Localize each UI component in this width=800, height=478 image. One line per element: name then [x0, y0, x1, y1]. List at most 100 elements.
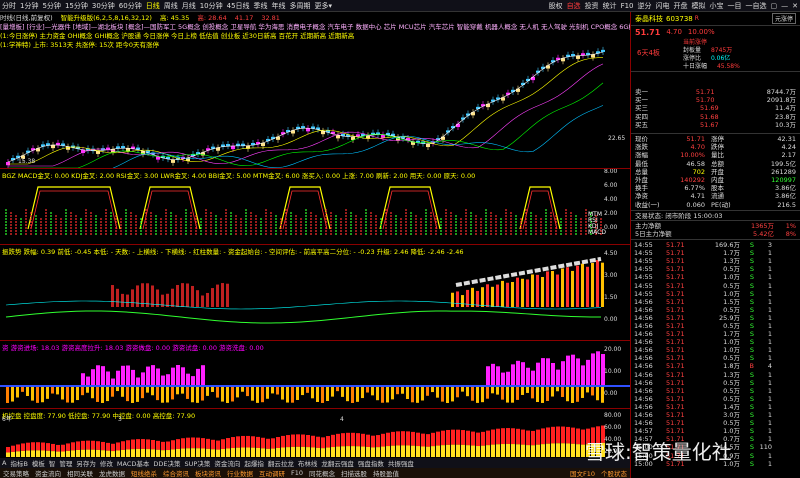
- toolbar-right-10[interactable]: 一目: [726, 0, 744, 11]
- toolbar-right-7[interactable]: 开盘: [672, 0, 690, 11]
- indicator-tab-1[interactable]: 指标B: [8, 458, 29, 468]
- indicator-tab-6[interactable]: 修改: [98, 458, 115, 468]
- hot-down-bar: [216, 387, 219, 398]
- indicator-tab-8[interactable]: DDE决策: [151, 458, 182, 468]
- close-icon[interactable]: ✕: [790, 0, 800, 11]
- tick-volume: 1.0万: [723, 346, 740, 355]
- indicator-tab-15[interactable]: 强盘指数: [356, 458, 386, 468]
- indicator-tab-14[interactable]: 龙翻云强盘: [319, 458, 356, 468]
- indicator-panel-trend[interactable]: 振跌势 跌幅: 0.39 前低: -0.45 本低: - 天数: - 上横线: …: [0, 244, 630, 340]
- control-bar-red: [441, 430, 445, 446]
- period-tab-2[interactable]: 5分钟: [40, 0, 62, 11]
- function-tab-11[interactable]: 扫描选股: [338, 468, 370, 478]
- function-tab-9[interactable]: F10: [288, 469, 306, 477]
- indicator-tab-5[interactable]: 另存为: [74, 458, 98, 468]
- hot-up-bar: [496, 366, 500, 385]
- toolbar-right-4[interactable]: F10: [619, 0, 636, 11]
- control-bar-red: [456, 429, 460, 445]
- indicator-tab-16[interactable]: 共振强盘: [386, 458, 416, 468]
- panel-axis-tick: 80.00: [604, 412, 621, 419]
- hot-down-bar: [481, 387, 484, 403]
- trend-bar: [451, 292, 454, 307]
- indicator-tab-9[interactable]: SUP决策: [183, 458, 213, 468]
- function-tab-6[interactable]: 板块资讯: [192, 468, 224, 478]
- tick-count: 1: [767, 411, 772, 420]
- candle: [471, 112, 475, 116]
- function-right-0[interactable]: 国文F10: [567, 468, 598, 478]
- indicator-tab-11[interactable]: 起爆指: [242, 458, 266, 468]
- orderbook-price: 51.67: [700, 120, 719, 129]
- panel-axis-tick: 6.00: [604, 182, 618, 189]
- control-bar-yellow: [381, 446, 385, 457]
- function-tab-3[interactable]: 龙虎数据: [96, 468, 128, 478]
- period-tab-0[interactable]: 分时: [0, 0, 18, 11]
- control-bar-red: [246, 435, 250, 448]
- indicator-tab-3[interactable]: 智: [47, 458, 58, 468]
- indicator-tab-7[interactable]: MACD基本: [115, 458, 151, 468]
- toolbar-right-0[interactable]: 股权: [547, 0, 565, 11]
- period-tab-4[interactable]: 30分钟: [90, 0, 117, 11]
- indicator-tab-4[interactable]: 管理: [57, 458, 74, 468]
- function-tab-5[interactable]: 综合资讯: [160, 468, 192, 478]
- toolbar-right-11[interactable]: 一自选: [744, 0, 769, 11]
- indicator-panel-hotmoney[interactable]: 资 游资进场: 18.03 游资高度拉升: 18.03 游资做盘: 0.00 游…: [0, 340, 630, 408]
- function-tab-7[interactable]: 行业数据: [224, 468, 256, 478]
- hot-down-bar: [161, 387, 164, 403]
- indicator-tab-12[interactable]: 翻云拉龙: [266, 458, 296, 468]
- kline-chart[interactable]: [0, 12, 630, 168]
- control-bar-yellow: [576, 444, 580, 457]
- maximize-icon[interactable]: ▢: [769, 0, 780, 11]
- control-bar-red: [371, 435, 375, 448]
- toolbar-right-3[interactable]: 统计: [601, 0, 619, 11]
- toolbar-right-9[interactable]: 小宝: [708, 0, 726, 11]
- hot-up-bar: [556, 369, 560, 385]
- control-bar-yellow: [246, 447, 250, 457]
- kline-panel[interactable]: 22.65 15.38: [0, 12, 630, 168]
- indicator-tab-10[interactable]: 资金流向: [212, 458, 242, 468]
- hot-down-bar: [386, 387, 389, 403]
- function-tab-0[interactable]: 交易策略: [0, 468, 32, 478]
- function-tab-10[interactable]: 同花概念: [306, 468, 338, 478]
- period-tab-9[interactable]: 10分钟: [198, 0, 225, 11]
- toolbar-right-2[interactable]: 投资: [583, 0, 601, 11]
- indicator-tab-2[interactable]: 模板: [30, 458, 47, 468]
- indicator-tab-0[interactable]: A: [0, 459, 8, 467]
- control-bar-red: [381, 433, 385, 447]
- control-bar-red: [546, 427, 550, 444]
- order-book: 卖一 51.71 8744.7万 买一 51.70 2091.8万 买三 51.69 11.4万…: [631, 72, 800, 134]
- tick-volume: 25.9万: [719, 313, 740, 322]
- toolbar-right-5[interactable]: 逆分: [636, 0, 654, 11]
- period-tab-14[interactable]: 更多▾: [313, 0, 335, 11]
- control-bar-red: [121, 441, 125, 450]
- toolbar-right-8[interactable]: 模拟: [690, 0, 708, 11]
- control-bar-red: [401, 431, 405, 446]
- indicator-tab-13[interactable]: 布林线: [296, 458, 320, 468]
- period-tab-7[interactable]: 周线: [162, 0, 180, 11]
- toolbar-right-6[interactable]: 闪电: [654, 0, 672, 11]
- period-tab-10[interactable]: 45日线: [225, 0, 252, 11]
- toolbar-right-1[interactable]: 自选: [565, 0, 583, 11]
- hot-down-bar: [286, 387, 289, 403]
- tick-time: 14:57: [634, 427, 653, 436]
- period-tab-3[interactable]: 15分钟: [63, 0, 90, 11]
- control-bar-red: [471, 431, 475, 446]
- function-tab-12[interactable]: 持股盈值: [370, 468, 402, 478]
- indicator-panel-bgz[interactable]: BGZ MACD金叉: 0.00 KDJ金叉: 2.00 RSI金叉: 3.00…: [0, 168, 630, 244]
- period-tab-11[interactable]: 季线: [252, 0, 270, 11]
- function-tab-8[interactable]: 互动调研: [256, 468, 288, 478]
- function-tab-4[interactable]: 短线绝杀: [128, 468, 160, 478]
- indicator-panel-control[interactable]: 机控盘 控盘度: 77.90 低控盘: 77.90 中控盘: 0.00 高控盘:…: [0, 408, 630, 458]
- hot-down-bar: [31, 387, 34, 401]
- period-tab-13[interactable]: 多周期: [288, 0, 313, 11]
- tick-list[interactable]: 14:55 51.71 169.6万 S 3 14:55 51.71 1.7万 S 1 14:55 5…: [631, 240, 800, 468]
- period-tab-1[interactable]: 1分钟: [18, 0, 40, 11]
- minimize-icon[interactable]: —: [779, 0, 790, 11]
- stock-name[interactable]: 泰晶科技: [635, 14, 663, 24]
- period-tab-12[interactable]: 年线: [270, 0, 288, 11]
- function-tab-2[interactable]: 相同关联: [64, 468, 96, 478]
- period-tab-8[interactable]: 月线: [180, 0, 198, 11]
- function-right-1[interactable]: 个股状态: [598, 468, 630, 478]
- period-tab-6[interactable]: 日线: [144, 0, 162, 11]
- function-tab-1[interactable]: 资金流向: [32, 468, 64, 478]
- period-tab-5[interactable]: 60分钟: [117, 0, 144, 11]
